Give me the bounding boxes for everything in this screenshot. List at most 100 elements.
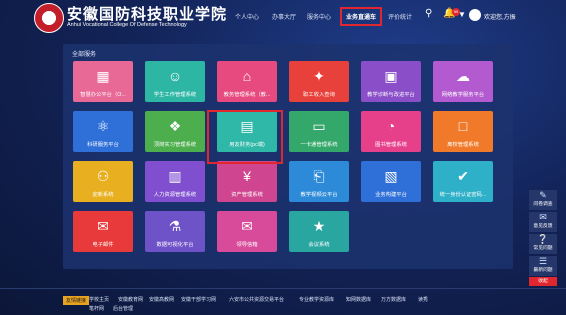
panel-title: 全部服务 [72,52,97,58]
service-tile[interactable]: ▥ 人力资源管理系统 [145,161,205,202]
nav-service-center[interactable]: 服务中心 [307,12,331,21]
service-tile[interactable]: □ 离校管理系统 [433,111,493,152]
people-icon: ⚇ [96,168,110,184]
avatar[interactable] [469,9,481,21]
service-tile-label: 电子邮件 [92,242,114,248]
service-tile[interactable]: ✉ 领导信箱 [217,211,277,252]
footer-divider [0,288,566,289]
service-tile[interactable]: ▣ 教学诊断与改进平台 [361,61,421,102]
footer-link[interactable]: 六安市公共资源交易平台 [229,296,284,303]
service-tile[interactable]: ⎗ 教学视频云平台 [289,161,349,202]
nav-business-express[interactable]: 业务直通车 [340,7,383,26]
service-tile[interactable]: ◔ 图书管理系统 [361,111,421,152]
question-icon: ❔ [537,234,549,244]
footer-link[interactable]: 万方数据库 [381,296,406,303]
service-tile[interactable]: ✔ 统一身份认证密码... [433,161,493,202]
molecule-icon: ✦ [313,68,325,84]
footer-link[interactable]: 学校主页 [89,296,109,303]
certificate-icon: ❖ [168,118,182,134]
mail-icon: ✉ [97,218,109,234]
cloud-icon: ☁ [456,68,470,84]
service-tile[interactable]: ❖ 顶岗实习管理系统 [145,111,205,152]
service-tile-label: 统一身份认证密码... [439,192,487,198]
service-tile[interactable]: ⚛ 科研服务平台 [73,111,133,152]
graduation-cap-icon: ⌂ [242,68,252,84]
award-icon: ★ [312,218,326,234]
user-greeting[interactable]: 欢迎您,方振 [484,12,516,21]
qrcode-icon: ▣ [384,68,398,84]
college-name-en: Anhui Vocational College Of Defense Tech… [67,22,187,28]
card-icon: ▭ [312,118,326,134]
pie-chart-icon: ◔ [386,118,396,134]
service-tile[interactable]: ⌂ 教务管理系统（教... [217,61,277,102]
service-tile-label: 业务构建平台 [375,192,407,198]
service-tile-label: 一卡通管理系统 [300,142,338,148]
building-icon: ▧ [384,168,398,184]
footer-links-tag: 友情链接 [63,296,90,305]
service-tile-label: 职工收入查询 [303,92,335,98]
float-collapse-button[interactable]: 收起 [529,277,557,286]
service-tile-label: 顶岗实习管理系统 [153,142,197,148]
footer-link[interactable]: 专业教学资源库 [299,296,334,303]
search-icon[interactable]: ⚲ [425,9,432,19]
all-services-panel: 全部服务 ▦ 智慧办公平台（O... ☺ 学生工作管理系统 ⌂ 教务管理系统（教... ✦ 职… [63,44,513,269]
float-faq[interactable]: ❔ 常见问题 [529,234,557,254]
service-tile-label: 学生工作管理系统 [153,92,197,98]
service-tile[interactable]: ★ 会议系统 [289,211,349,252]
service-tile[interactable]: ⚇ 迎新系统 [73,161,133,202]
footer-link[interactable]: 知网数据库 [346,296,371,303]
service-tile-label: 会议系统 [308,242,330,248]
header: 安徽国防科技职业学院 Anhui Vocational College Of D… [0,0,566,38]
service-tile[interactable]: ☺ 学生工作管理系统 [145,61,205,102]
float-feedback-label: 意见反馈 [533,224,553,229]
yen-icon: ¥ [243,168,251,184]
nav-service-hall[interactable]: 办事大厅 [272,12,296,21]
list-icon: ☰ [538,256,548,266]
float-survey[interactable]: ✎ 问卷调查 [529,190,557,210]
atom-icon: ⚛ [96,118,110,134]
service-tile[interactable]: ✉ 电子邮件 [73,211,133,252]
service-tile-label: 资产管理系统 [231,192,263,198]
service-tile-label: 人力资源管理系统 [153,192,197,198]
service-tile-label: 数据可视化平台 [156,242,194,248]
service-tile-label: 智慧办公平台（O... [80,92,126,98]
highlight-box [207,110,283,164]
service-tile-label: 科研服务平台 [87,142,119,148]
footer-link[interactable]: 安徽高教网 [149,296,174,303]
float-latest[interactable]: ☰ 最新问题 [529,256,557,276]
college-name-cn[interactable]: 安徽国防科技职业学院 [67,3,227,24]
chat-icon: ✉ [539,212,547,222]
leader-mail-icon: ✉ [241,218,253,234]
footer-link[interactable]: 笔杆网 [89,305,104,312]
college-seal-logo[interactable] [34,3,64,33]
service-tile-label: 图书管理系统 [375,142,407,148]
box-icon: □ [458,118,468,134]
cart-icon[interactable]: ▼ [458,11,466,19]
service-tile[interactable]: ▧ 业务构建平台 [361,161,421,202]
float-survey-label: 问卷调查 [533,202,553,207]
service-tile[interactable]: ✦ 职工收入查询 [289,61,349,102]
service-tile-label: 迎新系统 [92,192,114,198]
service-tile-label: 领导信箱 [236,242,258,248]
service-tile-label: 网络教学服务平台 [441,92,485,98]
service-tile[interactable]: ¥ 资产管理系统 [217,161,277,202]
service-tile[interactable]: ▦ 智慧办公平台（O... [73,61,133,102]
service-tile-label: 教学诊断与改进平台 [367,92,415,98]
float-faq-label: 常见问题 [533,246,553,251]
footer-link[interactable]: 安徽干部学习网 [181,296,216,303]
float-latest-label: 最新问题 [533,268,553,273]
service-tile[interactable]: ▭ 一卡通管理系统 [289,111,349,152]
hr-icon: ▥ [168,168,182,184]
flask-icon: ⚗ [168,218,182,234]
nav-personal-center[interactable]: 个人中心 [235,12,259,21]
nav-evaluation-stats[interactable]: 评价统计 [388,12,412,21]
pencil-icon: ✎ [539,190,547,200]
service-tile-label: 离校管理系统 [447,142,479,148]
footer-link[interactable]: 后台管理 [113,305,133,312]
service-tile[interactable]: ☁ 网络教学服务平台 [433,61,493,102]
footer-link[interactable]: 安徽教育网 [118,296,143,303]
footer-link[interactable]: 读秀 [418,296,428,303]
float-feedback[interactable]: ✉ 意见反馈 [529,212,557,232]
service-tile[interactable]: ⚗ 数据可视化平台 [145,211,205,252]
service-tile-label: 教务管理系统（教... [223,92,271,98]
